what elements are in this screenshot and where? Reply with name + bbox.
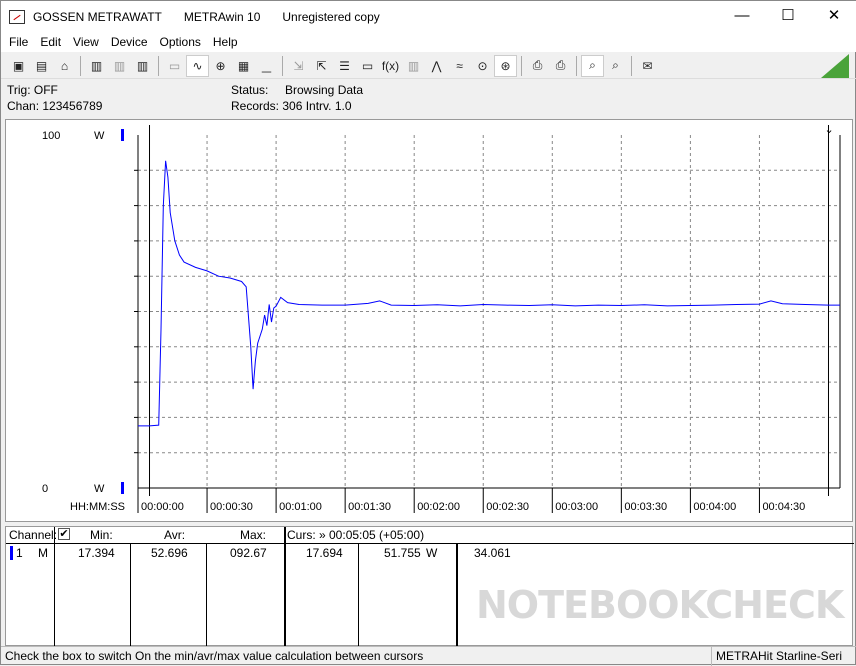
cursor2-unit: W	[426, 546, 438, 560]
toolbar-separator	[158, 55, 159, 76]
toolbar-separator	[521, 55, 522, 76]
device-disabled-icon[interactable]: ▥	[108, 55, 131, 77]
line-chart-icon[interactable]: ∿	[186, 54, 209, 77]
y-top-label: 100	[42, 130, 60, 142]
channel-list: Chan: 123456789	[7, 99, 103, 113]
x-tick-label: 00:03:00	[555, 501, 598, 513]
notebookcheck-watermark: NOTEBOOKCHECK	[476, 583, 844, 627]
x-tick-label: 00:00:00	[141, 501, 184, 513]
app-icon	[9, 9, 25, 24]
menu-bar: File Edit View Device Options Help	[1, 32, 856, 52]
menu-view[interactable]: View	[67, 32, 105, 52]
x-axis-label: HH:MM:SS	[70, 501, 125, 513]
print-icon[interactable]: ⎙	[526, 55, 549, 77]
min-value: 17.394	[78, 546, 115, 560]
memory-icon[interactable]: ▥	[131, 55, 154, 77]
toolbar-separator	[80, 55, 81, 76]
cursor-header: Curs: » 00:05:05 (+05:00)	[287, 528, 425, 542]
channel-color-marker	[10, 546, 13, 560]
x-tick-label: 00:04:00	[693, 501, 736, 513]
channel-mode: M	[38, 546, 48, 560]
x-tick-label: 00:03:30	[624, 501, 667, 513]
save-as-icon[interactable]: ▤	[30, 55, 53, 77]
menu-edit[interactable]: Edit	[34, 32, 67, 52]
menu-file[interactable]: File	[3, 32, 34, 52]
title-bar: GOSSEN METRAWATT METRAwin 10 Unregistere…	[1, 1, 856, 32]
title-license: Unregistered copy	[282, 9, 380, 24]
max-value: 092.67	[230, 546, 267, 560]
y-bottom-handle	[121, 482, 124, 494]
histogram-icon[interactable]: ▁	[255, 55, 278, 77]
comment-icon[interactable]: ✉	[636, 55, 659, 77]
avr-header: Avr:	[164, 528, 186, 542]
close-button[interactable]: ✕	[811, 1, 856, 32]
import-icon[interactable]: ⇱	[310, 55, 333, 77]
table-icon[interactable]: ▦	[232, 55, 255, 77]
x-tick-label: 00:04:30	[762, 501, 805, 513]
function-icon[interactable]: f(x)	[379, 55, 402, 77]
trigger-icon[interactable]: ⋀	[425, 55, 448, 77]
toolbar-separator	[282, 55, 283, 76]
digital-display-icon[interactable]: ▭	[163, 55, 186, 77]
chart-area[interactable]: 100 0 W W HH:MM:SS 00:00:00 00:00:30 00:01:00 00…	[5, 119, 853, 522]
menu-options[interactable]: Options	[154, 32, 207, 52]
crosshair-icon[interactable]: ⊕	[209, 55, 232, 77]
toolbar: ▣ ▤ ⌂ ▥ ▥ ▥ ▭ ∿ ⊕ ▦ ▁ ⇲ ⇱ ☰ ▭ f(x) ▥ ⋀ ≈ ⊙ ⊛ ⎙ ⎙ ⌕ ⌕ ✉	[1, 53, 856, 79]
x-tick-label: 00:01:30	[348, 501, 391, 513]
y-top-unit: W	[94, 130, 105, 142]
status-hint: Check the box to switch On the min/avr/m…	[5, 649, 424, 663]
title-app: METRAwin 10	[183, 9, 261, 24]
toolbar-separator	[576, 55, 577, 76]
monitor-icon[interactable]: ▭	[356, 55, 379, 77]
zoom-out-icon[interactable]: ⌕	[604, 55, 627, 77]
channel-header: Channel:	[9, 528, 58, 542]
max-header: Max:	[240, 528, 267, 542]
title-brand: GOSSEN METRAWATT	[33, 9, 162, 24]
chart-svg[interactable]: 100 0 W W HH:MM:SS 00:00:00 00:00:30 00:01:00 00…	[6, 120, 854, 523]
power-series-line	[138, 160, 840, 427]
maximize-button[interactable]: ☐	[765, 1, 811, 32]
zoom-active-icon[interactable]: ⊛	[494, 54, 517, 77]
toolbar-separator	[631, 55, 632, 76]
list-icon[interactable]: ☰	[333, 55, 356, 77]
status-bar: Check the box to switch On the min/avr/m…	[1, 646, 856, 666]
export-icon[interactable]: ⇲	[287, 55, 310, 77]
y-bottom-label: 0	[42, 483, 48, 495]
x-tick-label: 00:00:30	[210, 501, 253, 513]
minmax-checkbox[interactable]: ✔	[58, 528, 70, 540]
avr-value: 52.696	[151, 546, 188, 560]
device-settings-icon[interactable]: ▥	[402, 55, 425, 77]
records-info: Records: 306 Intrv. 1.0	[231, 99, 352, 113]
trigger-status: Trig: OFF	[7, 83, 58, 97]
min-header: Min:	[90, 528, 113, 542]
print-preview-icon[interactable]: ⎙	[549, 55, 572, 77]
info-panel: Trig: OFF Chan: 123456789 Status: Browsi…	[1, 81, 856, 117]
device-read-icon[interactable]: ▥	[85, 55, 108, 77]
x-tick-label: 00:02:00	[417, 501, 460, 513]
open-folder-icon[interactable]: ⌂	[53, 55, 76, 77]
status-device: METRAHit Starline-Seri	[711, 647, 842, 666]
minimize-button[interactable]: —	[719, 1, 765, 32]
cursor-diff-value: 34.061	[474, 546, 511, 560]
cursor1-value: 17.694	[306, 546, 343, 560]
save-icon[interactable]: ▣	[7, 55, 30, 77]
y-bottom-unit: W	[94, 483, 105, 495]
gossen-logo-icon	[821, 54, 849, 78]
cursor-marker-icon: ⌄	[824, 124, 833, 136]
wave-icon[interactable]: ≈	[448, 55, 471, 77]
cursor2-value: 51.755	[384, 546, 421, 560]
menu-device[interactable]: Device	[105, 32, 154, 52]
zoom-fit-icon[interactable]: ⊙	[471, 55, 494, 77]
y-top-handle	[121, 129, 124, 141]
menu-help[interactable]: Help	[207, 32, 244, 52]
x-tick-label: 00:01:00	[279, 501, 322, 513]
status-value: Browsing Data	[285, 83, 364, 97]
status-label: Status:	[231, 83, 269, 97]
channel-number: 1	[16, 546, 23, 560]
zoom-in-icon[interactable]: ⌕	[581, 54, 604, 77]
x-tick-label: 00:02:30	[486, 501, 529, 513]
